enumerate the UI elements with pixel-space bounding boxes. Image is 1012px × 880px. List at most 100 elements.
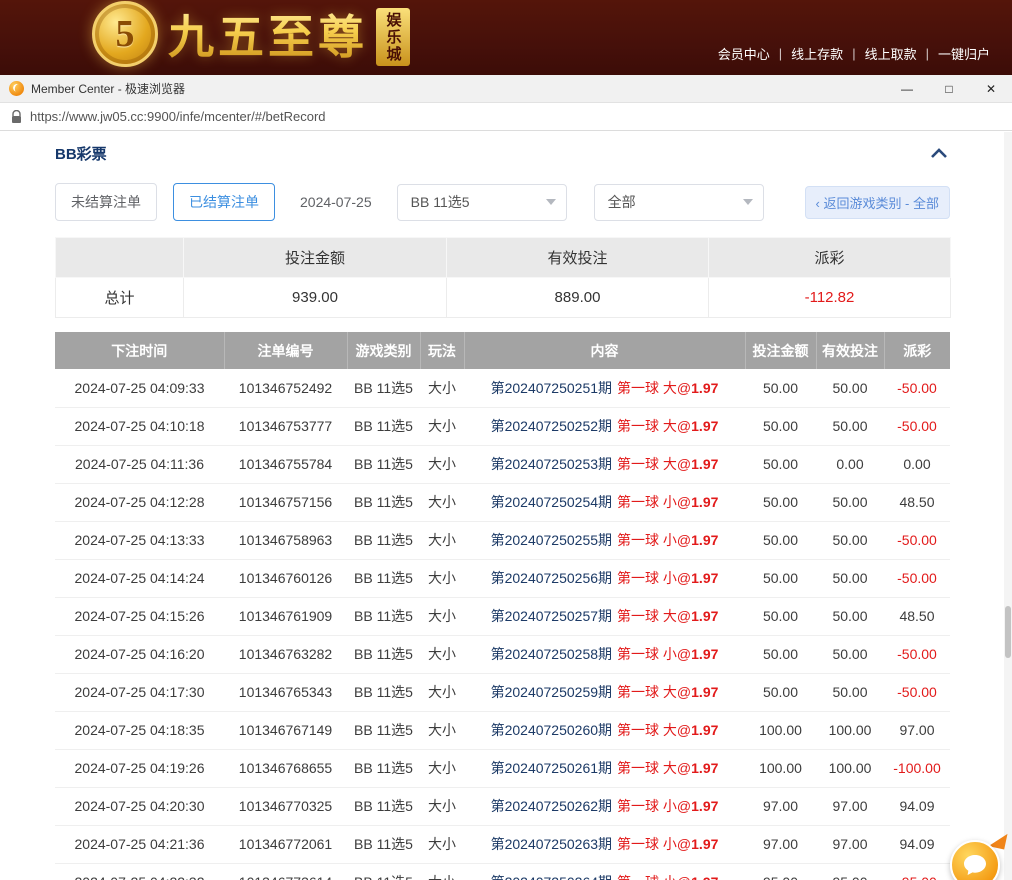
nav-link-online-withdraw[interactable]: 线上取款	[865, 44, 917, 63]
bet-odds: 1.97	[691, 874, 718, 880]
cell-bet: 97.00	[745, 825, 816, 863]
back-to-category-button[interactable]: ‹ 返回游戏类别 - 全部	[805, 186, 951, 219]
header-valid: 有效投注	[816, 332, 884, 369]
table-row: 2024-07-25 04:13:33101346758963BB 11选5大小…	[55, 521, 950, 559]
scrollbar-thumb[interactable]	[1005, 606, 1011, 658]
cell-order-id: 101346760126	[224, 559, 347, 597]
bet-period: 第202407250264期	[491, 874, 612, 880]
page-scrollbar[interactable]	[1004, 132, 1012, 880]
cell-payout: -50.00	[884, 521, 950, 559]
game-select[interactable]: BB 11选5	[397, 184, 567, 221]
bet-pick: 第一球 小@1.97	[617, 532, 718, 548]
url-text[interactable]: https://www.jw05.cc:9900/infe/mcenter/#/…	[30, 109, 326, 124]
screen: 5 九五至尊 娱乐城 会员中心|线上存款|线上取款|一键归户 Member Ce…	[0, 0, 1012, 880]
nav-separator: |	[779, 46, 782, 61]
cell-order-id: 101346752492	[224, 369, 347, 407]
bet-odds: 1.97	[691, 418, 718, 434]
header-payout: 派彩	[884, 332, 950, 369]
address-bar: https://www.jw05.cc:9900/infe/mcenter/#/…	[0, 103, 1012, 131]
bet-odds: 1.97	[691, 760, 718, 776]
coin-logo-icon: 5	[92, 1, 158, 67]
bet-odds: 1.97	[691, 456, 718, 472]
bet-odds: 1.97	[691, 646, 718, 662]
game-select-value: BB 11选5	[411, 192, 470, 212]
cell-time: 2024-07-25 04:17:30	[55, 673, 224, 711]
cell-play: 大小	[420, 787, 464, 825]
summary-empty-header	[56, 238, 184, 278]
header-category: 游戏类别	[347, 332, 420, 369]
cell-content: 第202407250258期第一球 小@1.97	[464, 635, 745, 673]
cell-valid: 50.00	[816, 407, 884, 445]
cell-valid: 50.00	[816, 483, 884, 521]
cell-bet: 97.00	[745, 787, 816, 825]
summary-total-row: 总计 939.00 889.00 -112.82	[56, 278, 951, 318]
bet-table: 下注时间 注单编号 游戏类别 玩法 内容 投注金额 有效投注 派彩 2024-0…	[55, 332, 950, 880]
cell-bet: 50.00	[745, 559, 816, 597]
header-bet: 投注金额	[745, 332, 816, 369]
total-bet: 939.00	[184, 278, 447, 318]
maximize-button[interactable]: □	[928, 75, 970, 102]
cell-content: 第202407250256期第一球 小@1.97	[464, 559, 745, 597]
cell-play: 大小	[420, 711, 464, 749]
table-row: 2024-07-25 04:15:26101346761909BB 11选5大小…	[55, 597, 950, 635]
cell-order-id: 101346758963	[224, 521, 347, 559]
table-row: 2024-07-25 04:12:28101346757156BB 11选5大小…	[55, 483, 950, 521]
cell-content: 第202407250261期第一球 大@1.97	[464, 749, 745, 787]
cell-play: 大小	[420, 369, 464, 407]
cell-valid: 50.00	[816, 635, 884, 673]
header-play: 玩法	[420, 332, 464, 369]
cell-play: 大小	[420, 825, 464, 863]
bet-odds: 1.97	[691, 570, 718, 586]
cell-play: 大小	[420, 635, 464, 673]
bet-pick: 第一球 小@1.97	[617, 494, 718, 510]
cell-valid: 95.00	[816, 863, 884, 880]
chevron-up-icon[interactable]	[928, 146, 950, 161]
bet-odds: 1.97	[691, 380, 718, 396]
site-banner: 5 九五至尊 娱乐城 会员中心|线上存款|线上取款|一键归户	[0, 0, 1012, 75]
bet-table-body: 2024-07-25 04:09:33101346752492BB 11选5大小…	[55, 369, 950, 880]
table-row: 2024-07-25 04:22:32101346773614BB 11选5大小…	[55, 863, 950, 880]
cell-content: 第202407250252期第一球 大@1.97	[464, 407, 745, 445]
scope-select[interactable]: 全部	[594, 184, 764, 221]
table-row: 2024-07-25 04:14:24101346760126BB 11选5大小…	[55, 559, 950, 597]
cell-play: 大小	[420, 673, 464, 711]
cell-bet: 50.00	[745, 369, 816, 407]
cell-order-id: 101346768655	[224, 749, 347, 787]
nav-link-online-deposit[interactable]: 线上存款	[791, 44, 843, 63]
cell-content: 第202407250260期第一球 大@1.97	[464, 711, 745, 749]
cell-bet: 50.00	[745, 521, 816, 559]
bet-period: 第202407250259期	[491, 684, 612, 700]
table-row: 2024-07-25 04:21:36101346772061BB 11选5大小…	[55, 825, 950, 863]
table-row: 2024-07-25 04:19:26101346768655BB 11选5大小…	[55, 749, 950, 787]
cell-time: 2024-07-25 04:18:35	[55, 711, 224, 749]
cell-category: BB 11选5	[347, 521, 420, 559]
table-row: 2024-07-25 04:16:20101346763282BB 11选5大小…	[55, 635, 950, 673]
site-logo[interactable]: 5 九五至尊 娱乐城	[92, 1, 410, 67]
bet-odds: 1.97	[691, 836, 718, 852]
nav-link-one-key-transfer[interactable]: 一键归户	[938, 44, 990, 63]
settled-tab[interactable]: 已结算注单	[173, 183, 275, 221]
chevron-down-icon	[743, 199, 753, 205]
bet-pick: 第一球 大@1.97	[617, 722, 718, 738]
cell-content: 第202407250255期第一球 小@1.97	[464, 521, 745, 559]
minimize-button[interactable]: —	[886, 75, 928, 102]
close-button[interactable]: ✕	[970, 75, 1012, 102]
cell-valid: 97.00	[816, 787, 884, 825]
bet-period: 第202407250253期	[491, 456, 612, 472]
header-order-id: 注单编号	[224, 332, 347, 369]
bet-period: 第202407250256期	[491, 570, 612, 586]
bet-pick: 第一球 大@1.97	[617, 418, 718, 434]
chat-widget-button[interactable]	[950, 834, 1008, 880]
cell-time: 2024-07-25 04:21:36	[55, 825, 224, 863]
cell-order-id: 101346753777	[224, 407, 347, 445]
table-row: 2024-07-25 04:20:30101346770325BB 11选5大小…	[55, 787, 950, 825]
cell-order-id: 101346773614	[224, 863, 347, 880]
bet-period: 第202407250261期	[491, 760, 612, 776]
bet-period: 第202407250258期	[491, 646, 612, 662]
unsettled-tab[interactable]: 未结算注单	[55, 183, 157, 221]
nav-link-member-center[interactable]: 会员中心	[718, 44, 770, 63]
bet-pick: 第一球 大@1.97	[617, 380, 718, 396]
cell-valid: 0.00	[816, 445, 884, 483]
table-row: 2024-07-25 04:11:36101346755784BB 11选5大小…	[55, 445, 950, 483]
cell-bet: 50.00	[745, 597, 816, 635]
